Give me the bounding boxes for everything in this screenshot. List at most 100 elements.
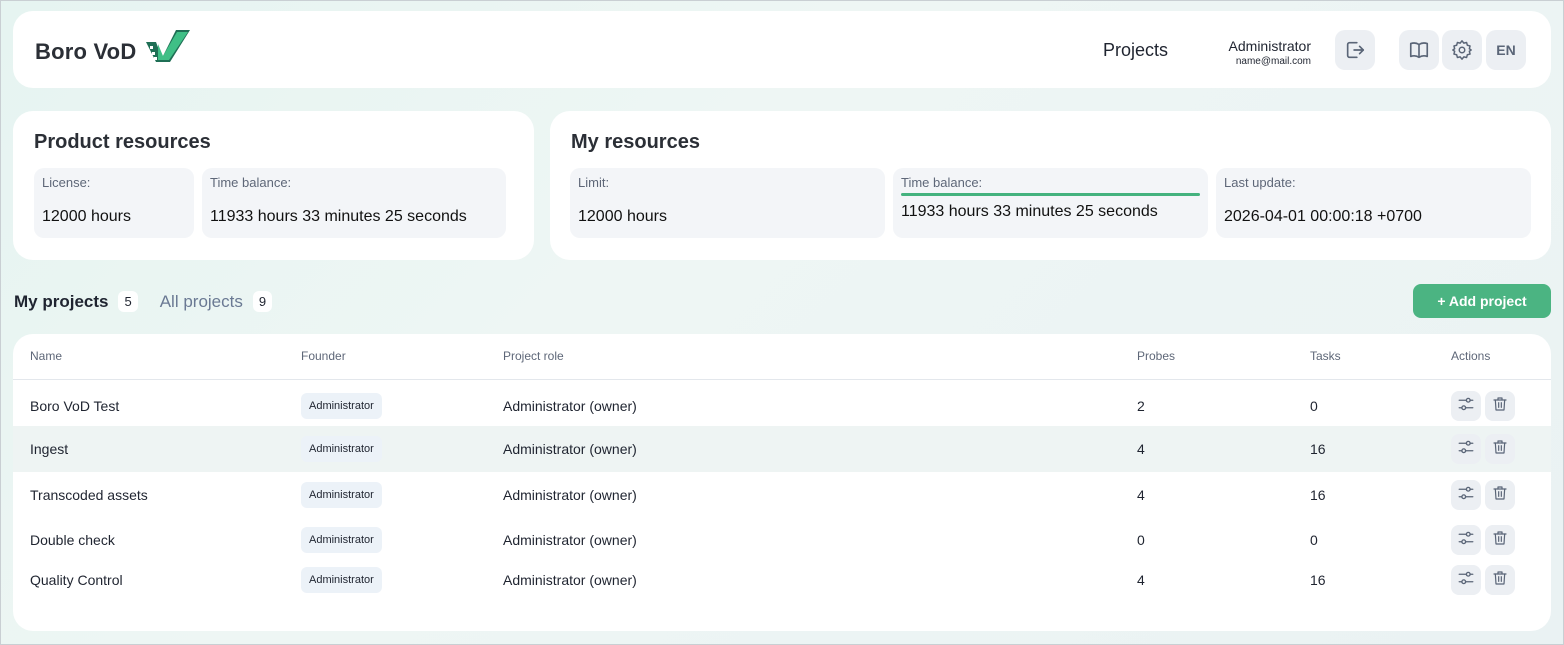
language-button[interactable]: EN: [1486, 30, 1526, 70]
trash-icon: [1492, 529, 1508, 552]
table-row[interactable]: Double check Administrator Administrator (…: [13, 518, 1551, 562]
gear-icon: [1452, 40, 1472, 60]
project-role: Administrator (owner): [503, 441, 637, 457]
user-name: Administrator: [1228, 38, 1311, 54]
trash-icon: [1492, 438, 1508, 461]
last-update-stat: Last update: 2026-04-01 00:00:18 +0700: [1216, 168, 1531, 238]
my-resources-card: My resources Limit: 12000 hours Time bal…: [550, 111, 1551, 260]
limit-label: Limit:: [578, 175, 610, 190]
sliders-icon: [1457, 484, 1475, 507]
time-balance-bar: [901, 193, 1200, 196]
edit-project-button[interactable]: [1451, 565, 1481, 595]
my-resources-title: My resources: [571, 131, 700, 153]
trash-icon: [1492, 569, 1508, 592]
project-name[interactable]: Transcoded assets: [30, 487, 148, 503]
product-resources-card: Product resources License: 12000 hours T…: [13, 111, 534, 260]
header-name[interactable]: Name: [30, 349, 62, 363]
user-info: Administrator name@mail.com: [1203, 38, 1311, 67]
header-actions: Actions: [1451, 349, 1491, 363]
trash-icon: [1492, 395, 1508, 418]
project-role: Administrator (owner): [503, 398, 637, 414]
my-time-balance-value: 11933 hours 33 minutes 25 seconds: [901, 203, 1158, 220]
tab-my-projects[interactable]: My projects 5: [14, 291, 138, 312]
delete-project-button[interactable]: [1485, 565, 1515, 595]
sliders-icon: [1457, 395, 1475, 418]
limit-stat: Limit: 12000 hours: [570, 168, 885, 238]
tasks-count: 16: [1310, 441, 1326, 457]
founder-badge: Administrator: [301, 527, 382, 553]
tasks-count: 16: [1310, 487, 1326, 503]
logo-text: Boro VoD: [35, 39, 137, 64]
license-value: 12000 hours: [42, 208, 131, 225]
probes-count: 4: [1137, 487, 1145, 503]
probes-count: 4: [1137, 441, 1145, 457]
edit-project-button[interactable]: [1451, 525, 1481, 555]
header-probes[interactable]: Probes: [1137, 349, 1175, 363]
logo[interactable]: Boro VoD: [35, 30, 192, 65]
project-role: Administrator (owner): [503, 487, 637, 503]
product-time-balance-label: Time balance:: [210, 175, 292, 190]
table-row[interactable]: Boro VoD Test Administrator Administrator …: [13, 384, 1551, 428]
tab-all-projects-count: 9: [252, 291, 273, 312]
tasks-count: 0: [1310, 532, 1318, 548]
user-email: name@mail.com: [1235, 56, 1311, 67]
logo-check-icon: [146, 30, 191, 62]
project-name[interactable]: Ingest: [30, 441, 68, 457]
settings-button[interactable]: [1442, 30, 1482, 70]
license-label: License:: [42, 175, 91, 190]
docs-button[interactable]: [1399, 30, 1439, 70]
sliders-icon: [1457, 438, 1475, 461]
tasks-count: 0: [1310, 398, 1318, 414]
founder-badge: Administrator: [301, 482, 382, 508]
top-header: Boro VoD Projects Administrator name@mai…: [13, 11, 1551, 88]
last-update-label: Last update:: [1224, 175, 1296, 190]
tab-all-projects-label: All projects: [159, 291, 243, 311]
founder-badge: Administrator: [301, 567, 382, 593]
my-time-balance-stat: Time balance: 11933 hours 33 minutes 25 …: [893, 168, 1208, 238]
delete-project-button[interactable]: [1485, 480, 1515, 510]
edit-project-button[interactable]: [1451, 391, 1481, 421]
project-name[interactable]: Boro VoD Test: [30, 398, 119, 414]
project-tabs: My projects 5 All projects 9: [14, 291, 290, 312]
founder-badge: Administrator: [301, 393, 382, 419]
projects-table: Name Founder Project role Probes Tasks A…: [13, 334, 1551, 631]
table-row[interactable]: Ingest Administrator Administrator (owner)…: [13, 426, 1551, 472]
delete-project-button[interactable]: [1485, 434, 1515, 464]
license-stat: License: 12000 hours: [34, 168, 194, 238]
nav-projects-link[interactable]: Projects: [1103, 40, 1168, 61]
header-founder[interactable]: Founder: [301, 349, 346, 363]
product-time-balance-value: 11933 hours 33 minutes 25 seconds: [210, 208, 467, 225]
tab-all-projects[interactable]: All projects 9: [159, 291, 273, 312]
logout-button[interactable]: [1335, 30, 1375, 70]
project-role: Administrator (owner): [503, 572, 637, 588]
project-role: Administrator (owner): [503, 532, 637, 548]
project-name[interactable]: Double check: [30, 532, 115, 548]
sliders-icon: [1457, 569, 1475, 592]
table-row[interactable]: Transcoded assets Administrator Administra…: [13, 472, 1551, 518]
limit-value: 12000 hours: [578, 208, 667, 225]
tab-my-projects-count: 5: [118, 291, 138, 312]
delete-project-button[interactable]: [1485, 525, 1515, 555]
header-tasks[interactable]: Tasks: [1310, 349, 1341, 363]
add-project-button[interactable]: + Add project: [1413, 284, 1551, 318]
trash-icon: [1492, 484, 1508, 507]
probes-count: 2: [1137, 398, 1145, 414]
delete-project-button[interactable]: [1485, 391, 1515, 421]
product-resources-title: Product resources: [34, 131, 211, 153]
tab-my-projects-label: My projects: [14, 291, 109, 311]
my-time-balance-label: Time balance:: [901, 175, 983, 190]
project-name[interactable]: Quality Control: [30, 572, 123, 588]
last-update-value: 2026-04-01 00:00:18 +0700: [1224, 208, 1422, 225]
logout-icon: [1346, 41, 1365, 59]
edit-project-button[interactable]: [1451, 434, 1481, 464]
table-row[interactable]: Quality Control Administrator Administrato…: [13, 558, 1551, 602]
probes-count: 0: [1137, 532, 1145, 548]
probes-count: 4: [1137, 572, 1145, 588]
product-time-balance-stat: Time balance: 11933 hours 33 minutes 25 …: [202, 168, 506, 238]
tasks-count: 16: [1310, 572, 1326, 588]
book-icon: [1409, 42, 1429, 59]
founder-badge: Administrator: [301, 436, 382, 462]
table-header: Name Founder Project role Probes Tasks A…: [13, 334, 1551, 380]
edit-project-button[interactable]: [1451, 480, 1481, 510]
header-role[interactable]: Project role: [503, 349, 564, 363]
